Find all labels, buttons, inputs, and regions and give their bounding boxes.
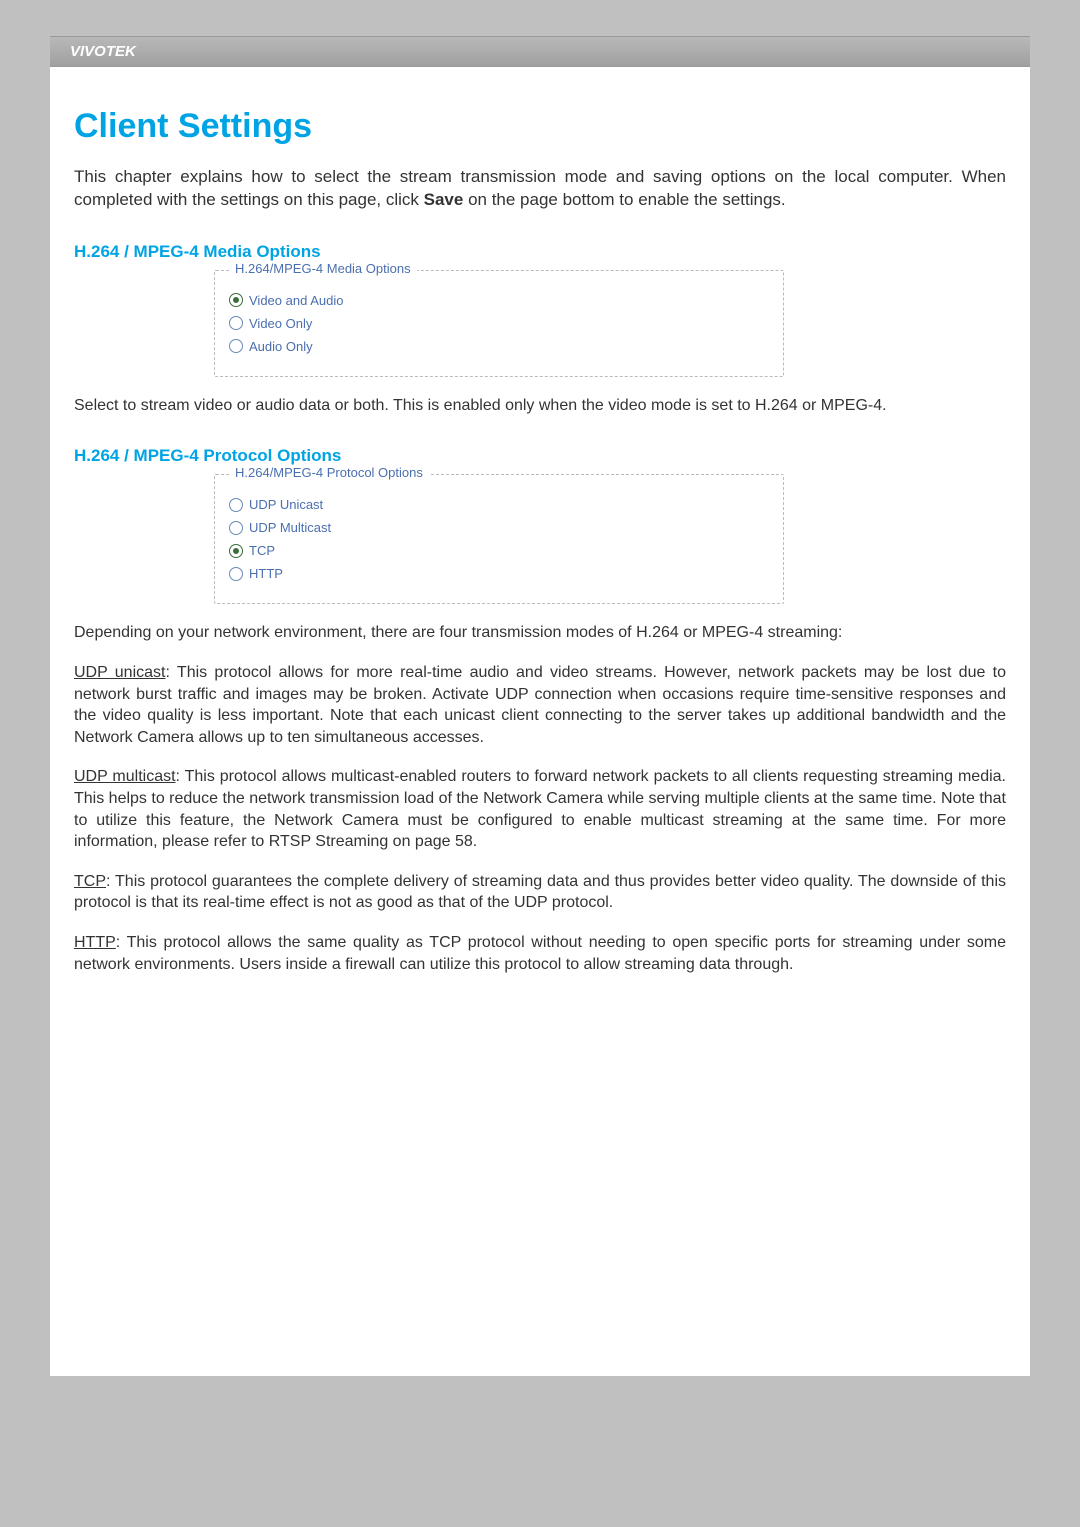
- media-options-fieldset: H.264/MPEG-4 Media Options Video and Aud…: [214, 270, 784, 377]
- brand-name: VIVOTEK: [70, 43, 136, 60]
- header-bar: VIVOTEK: [50, 36, 1030, 67]
- protocol-option-tcp[interactable]: TCP: [229, 543, 769, 558]
- udp-unicast-label: UDP unicast: [74, 664, 165, 681]
- udp-multicast-text: : This protocol allows multicast-enabled…: [74, 768, 1006, 850]
- media-heading: H.264 / MPEG-4 Media Options: [74, 242, 1006, 262]
- protocol-option-http[interactable]: HTTP: [229, 566, 769, 581]
- protocol-option-label: UDP Unicast: [249, 497, 323, 512]
- udp-multicast-label: UDP multicast: [74, 768, 176, 785]
- radio-icon: [229, 498, 243, 512]
- page-title: Client Settings: [74, 107, 1006, 146]
- tcp-text: : This protocol guarantees the complete …: [74, 873, 1006, 912]
- media-option-label: Video Only: [249, 316, 312, 331]
- media-legend: H.264/MPEG-4 Media Options: [229, 261, 417, 276]
- protocol-tcp: TCP: This protocol guarantees the comple…: [74, 871, 1006, 914]
- intro-bold: Save: [424, 190, 464, 209]
- radio-icon: [229, 567, 243, 581]
- media-option-audio-only[interactable]: Audio Only: [229, 339, 769, 354]
- protocol-legend: H.264/MPEG-4 Protocol Options: [229, 465, 429, 480]
- media-option-label: Video and Audio: [249, 293, 343, 308]
- http-text: : This protocol allows the same quality …: [74, 934, 1006, 973]
- media-option-video-audio[interactable]: Video and Audio: [229, 293, 769, 308]
- protocol-http: HTTP: This protocol allows the same qual…: [74, 932, 1006, 975]
- media-option-label: Audio Only: [249, 339, 313, 354]
- protocol-option-label: HTTP: [249, 566, 283, 581]
- protocol-udp-multicast: UDP multicast: This protocol allows mult…: [74, 766, 1006, 852]
- radio-icon: [229, 544, 243, 558]
- protocol-udp-unicast: UDP unicast: This protocol allows for mo…: [74, 662, 1006, 748]
- protocol-heading: H.264 / MPEG-4 Protocol Options: [74, 446, 1006, 466]
- protocol-intro: Depending on your network environment, t…: [74, 622, 1006, 644]
- protocol-option-udp-unicast[interactable]: UDP Unicast: [229, 497, 769, 512]
- radio-icon: [229, 521, 243, 535]
- radio-icon: [229, 293, 243, 307]
- http-label: HTTP: [74, 934, 116, 951]
- footer-text: 24 - User's Manual: [72, 1157, 181, 1172]
- protocol-options-fieldset: H.264/MPEG-4 Protocol Options UDP Unicas…: [214, 474, 784, 604]
- content-area: Client Settings This chapter explains ho…: [50, 67, 1030, 1013]
- radio-icon: [229, 339, 243, 353]
- protocol-option-label: UDP Multicast: [249, 520, 331, 535]
- radio-icon: [229, 316, 243, 330]
- media-option-video-only[interactable]: Video Only: [229, 316, 769, 331]
- intro-paragraph: This chapter explains how to select the …: [74, 166, 1006, 212]
- page: VIVOTEK Client Settings This chapter exp…: [50, 36, 1030, 1376]
- protocol-option-label: TCP: [249, 543, 275, 558]
- protocol-option-udp-multicast[interactable]: UDP Multicast: [229, 520, 769, 535]
- udp-unicast-text: : This protocol allows for more real-tim…: [74, 664, 1006, 746]
- footer-bar: 24 - User's Manual: [50, 1153, 1030, 1176]
- tcp-label: TCP: [74, 873, 106, 890]
- media-note: Select to stream video or audio data or …: [74, 395, 1006, 417]
- intro-part2: on the page bottom to enable the setting…: [463, 190, 785, 209]
